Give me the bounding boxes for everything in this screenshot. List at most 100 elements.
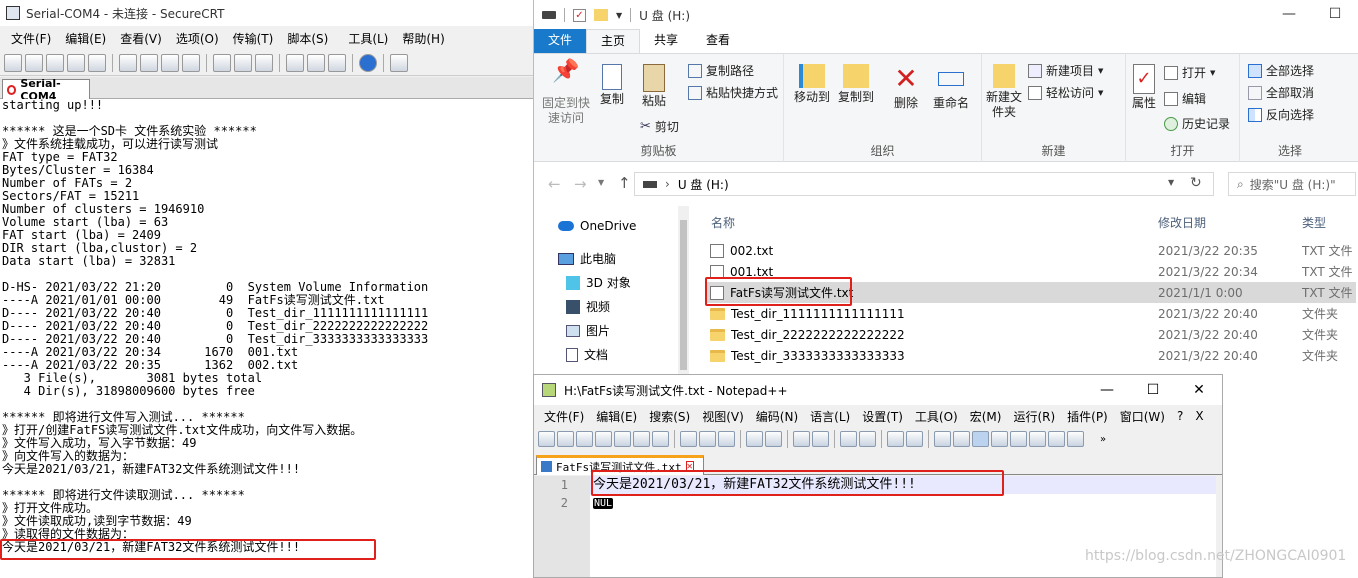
terminal-output[interactable]: starting up!!! ****** 这是一个SD卡 文件系统实验 ****… [0, 99, 533, 578]
column-date[interactable]: 修改日期 [1158, 214, 1206, 231]
help-icon[interactable] [359, 53, 377, 72]
new-file-icon[interactable] [538, 431, 555, 447]
invert-selection-button[interactable]: 反向选择 [1248, 106, 1314, 123]
paste-icon[interactable] [718, 431, 735, 447]
connect-tab-icon[interactable] [46, 53, 64, 72]
address-bar[interactable]: › U 盘 (H:) [634, 172, 1214, 196]
close-all-icon[interactable] [633, 431, 650, 447]
sync-horizontal-icon[interactable] [906, 431, 923, 447]
forward-arrow-icon[interactable]: → [574, 175, 587, 193]
sftp-icon[interactable] [390, 53, 408, 72]
connect-icon[interactable] [4, 53, 22, 72]
disconnect-icon[interactable] [88, 53, 106, 72]
monitoring-icon[interactable] [1067, 431, 1084, 447]
paste-shortcut-button[interactable]: 粘贴快捷方式 [688, 84, 778, 101]
doc-map-icon[interactable] [1010, 431, 1027, 447]
ribbon-tab-home[interactable]: 主页 [586, 29, 641, 53]
redo-icon[interactable] [765, 431, 782, 447]
scroll-thumb[interactable] [680, 220, 687, 370]
print-icon[interactable] [652, 431, 669, 447]
qat-dropdown-icon[interactable]: ▼ [616, 11, 622, 20]
crt-menu-transfer[interactable]: 传输(T) [226, 30, 281, 47]
ribbon-tab-view[interactable]: 查看 [692, 29, 744, 53]
npp-menu-settings[interactable]: 设置(T) [856, 408, 909, 425]
npp-menu-run[interactable]: 运行(R) [1007, 408, 1061, 425]
select-all-button[interactable]: 全部选择 [1248, 62, 1314, 79]
print-selection-icon[interactable] [234, 53, 252, 72]
paste-icon[interactable] [140, 53, 158, 72]
minimize-icon[interactable]: — [1266, 0, 1312, 30]
npp-menu-file[interactable]: 文件(F) [538, 408, 590, 425]
npp-menu-search[interactable]: 搜索(S) [643, 408, 696, 425]
history-button[interactable]: 历史记录 [1164, 115, 1230, 132]
npp-menu-language[interactable]: 语言(L) [804, 408, 856, 425]
folder-row-test-dir-1[interactable]: Test_dir_1111111111111111 2021/3/22 20:4… [706, 303, 1356, 324]
properties-check-icon[interactable]: ✓ [573, 8, 586, 22]
delete-button[interactable]: ✕ 删除 [888, 64, 924, 111]
close-file-icon[interactable] [614, 431, 631, 447]
properties-button[interactable]: ✓ 属性 [1128, 64, 1160, 111]
select-none-button[interactable]: 全部取消 [1248, 84, 1314, 101]
word-wrap-icon[interactable] [934, 431, 951, 447]
cut-button[interactable]: ✂ 剪切 [640, 118, 679, 135]
global-options-icon[interactable] [307, 53, 325, 72]
close-icon[interactable]: ✕ [1176, 375, 1222, 405]
refresh-icon[interactable]: ↻ [1190, 175, 1202, 191]
copy-paste-icon[interactable] [161, 53, 179, 72]
ribbon-tab-file[interactable]: 文件 [534, 29, 587, 53]
npp-menu-encoding[interactable]: 编码(N) [750, 408, 804, 425]
quick-connect-icon[interactable] [25, 53, 43, 72]
zoom-out-icon[interactable] [859, 431, 876, 447]
npp-menu-macro[interactable]: 宏(M) [964, 408, 1008, 425]
folder-workspace-icon[interactable] [1048, 431, 1065, 447]
save-icon[interactable] [576, 431, 593, 447]
address-dropdown-icon[interactable]: ▼ [1168, 178, 1174, 187]
new-item-button[interactable]: 新建项目 ▼ [1028, 62, 1103, 79]
new-folder-icon[interactable] [594, 9, 608, 21]
find-icon[interactable] [793, 431, 810, 447]
keymap-icon[interactable] [328, 53, 346, 72]
edit-button[interactable]: 编辑 [1164, 90, 1206, 107]
up-arrow-icon[interactable]: ↑ [618, 174, 631, 192]
ribbon-tab-share[interactable]: 共享 [640, 29, 692, 53]
minimize-icon[interactable]: — [1084, 375, 1130, 405]
npp-close-doc[interactable]: X [1189, 409, 1209, 423]
tab-serial-com4[interactable]: Serial-COM4 [2, 77, 90, 103]
copy-icon[interactable] [699, 431, 716, 447]
maximize-icon[interactable]: ☐ [1130, 375, 1176, 405]
nav-item-onedrive[interactable]: OneDrive [558, 219, 636, 233]
maximize-icon[interactable]: ☐ [1312, 0, 1358, 30]
crt-menu-help[interactable]: 帮助(H) [395, 30, 451, 47]
toolbar-overflow-icon[interactable]: » [1100, 434, 1106, 445]
indent-guide-icon[interactable] [972, 431, 989, 447]
copy-icon[interactable] [119, 53, 137, 72]
cut-icon[interactable] [680, 431, 697, 447]
crt-menu-script[interactable]: 脚本(S) [280, 30, 335, 47]
recent-dropdown-icon[interactable]: ▼ [598, 178, 604, 187]
nav-item-3d-objects[interactable]: 3D 对象 [566, 274, 631, 291]
show-all-chars-icon[interactable] [953, 431, 970, 447]
folder-row-test-dir-3[interactable]: Test_dir_3333333333333333 2021/3/22 20:4… [706, 345, 1356, 366]
udl-icon[interactable] [991, 431, 1008, 447]
crt-menu-edit[interactable]: 编辑(E) [58, 30, 113, 47]
pin-quick-access-button[interactable]: 📌 固定到快速访问 [538, 61, 594, 126]
printer-icon[interactable] [255, 53, 273, 72]
find-icon[interactable] [182, 53, 200, 72]
npp-menu-edit[interactable]: 编辑(E) [590, 408, 643, 425]
easy-access-button[interactable]: 轻松访问 ▼ [1028, 84, 1103, 101]
file-row-002[interactable]: 002.txt 2021/3/22 20:35 TXT 文件 [706, 240, 1356, 261]
print-icon[interactable] [213, 53, 231, 72]
nav-item-videos[interactable]: 视频 [566, 298, 610, 315]
folder-row-test-dir-2[interactable]: Test_dir_2222222222222222 2021/3/22 20:4… [706, 324, 1356, 345]
editor-line-2[interactable]: NUL [590, 494, 1216, 512]
column-type[interactable]: 类型 [1302, 214, 1326, 231]
copy-path-button[interactable]: 复制路径 [688, 62, 754, 79]
session-options-icon[interactable] [286, 53, 304, 72]
move-to-button[interactable]: 移动到 [792, 64, 832, 105]
npp-menu-help[interactable]: ? [1171, 409, 1189, 423]
function-list-icon[interactable] [1029, 431, 1046, 447]
nav-item-this-pc[interactable]: 此电脑 [558, 250, 616, 267]
back-arrow-icon[interactable]: ← [548, 175, 561, 193]
npp-menu-tools[interactable]: 工具(O) [909, 408, 964, 425]
column-name[interactable]: 名称 [711, 214, 735, 231]
